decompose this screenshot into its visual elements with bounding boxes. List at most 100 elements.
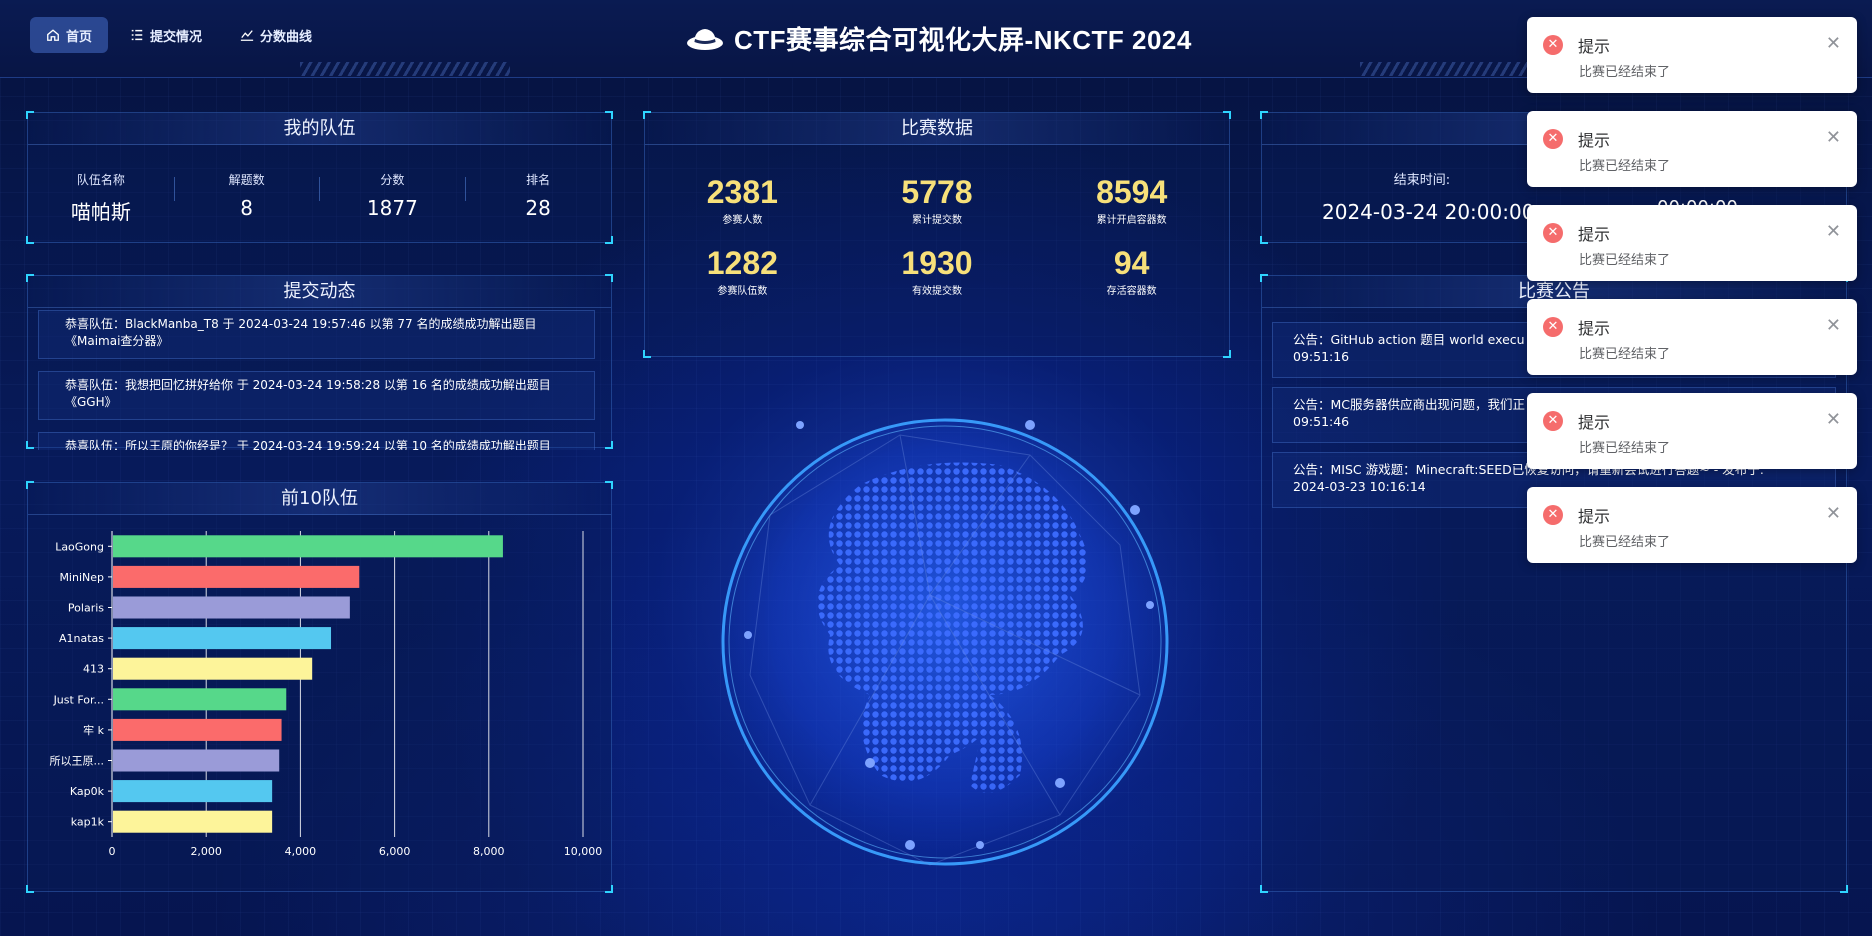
stat-value: 94 [1113,245,1150,281]
stat-value: 1930 [901,245,973,281]
stats-panel: 比赛数据 2381 参赛人数 5778 累计提交数 8594 累计开启容器数 1… [643,111,1231,358]
team-name-label: 队伍名称 [76,173,125,187]
y-tick-label: MiniNep [59,571,104,584]
close-icon[interactable]: ✕ [1826,127,1841,148]
y-tick-label: kap1k [71,816,105,829]
nav-score-curve-label: 分数曲线 [260,29,313,45]
toast-notification: ✕ 提示 比赛已经结束了 ✕ [1527,393,1857,469]
toast-title: 提示 [1578,319,1611,338]
team-rank-label: 排名 [526,173,551,187]
stat-containers-opened: 8594 累计开启容器数 [1034,175,1229,226]
nav-home[interactable]: 首页 [30,17,109,53]
toast-message: 比赛已经结束了 [1579,535,1671,550]
close-icon[interactable]: ✕ [1826,33,1841,54]
top10-bar-chart: 0 2,000 4,000 6,000 8,000 10,000 LaoGong MiniNe… [50,531,603,858]
x-tick-label: 0 [109,845,116,858]
y-tick-label: A1natas [59,632,104,645]
nav-score-curve[interactable]: 分数曲线 [224,17,328,53]
team-solved-cell: 解题数 8 [173,171,312,225]
stat-label: 累计开启容器数 [1096,215,1167,226]
error-icon: ✕ [1543,411,1563,431]
submissions-list[interactable]: 恭喜队伍：BlackManba_T8 于 2024-03-24 19:57:46… [28,308,611,450]
toast-title: 提示 [1578,131,1611,150]
toast-message: 比赛已经结束了 [1579,347,1671,362]
close-icon[interactable]: ✕ [1826,503,1841,524]
error-icon: ✕ [1543,317,1563,337]
bar [113,657,313,680]
stat-total-submissions: 5778 累计提交数 [840,175,1035,226]
bar [113,627,332,650]
stat-participants: 2381 参赛人数 [645,175,840,226]
x-tick-label: 6,000 [379,845,411,858]
team-name-value: 喵帕斯 [70,200,131,224]
toast-notification: ✕ 提示 比赛已经结束了 ✕ [1527,17,1857,93]
home-icon [47,29,59,41]
toast-title: 提示 [1578,225,1611,244]
stat-label: 参赛队伍数 [717,286,768,297]
bar [113,780,273,803]
stat-value: 8594 [1096,174,1168,210]
toast-title: 提示 [1578,507,1611,526]
team-score-label: 分数 [380,173,405,187]
toast-notification: ✕ 提示 比赛已经结束了 ✕ [1527,111,1857,187]
stat-label: 有效提交数 [911,286,962,297]
error-icon: ✕ [1543,129,1563,149]
toast-notification: ✕ 提示 比赛已经结束了 ✕ [1527,487,1857,563]
end-time-label: 结束时间: [1393,173,1451,188]
close-icon[interactable]: ✕ [1826,409,1841,430]
list-icon [131,29,143,41]
bar [113,718,282,741]
y-tick-label: 所以王原... [50,755,105,768]
y-tick-label: 413 [83,663,104,676]
bar [113,810,273,833]
page-title: CTF赛事综合可视化大屏-NKCTF 2024 [686,18,1192,58]
stat-teams: 1282 参赛队伍数 [645,246,840,297]
toast-message: 比赛已经结束了 [1579,253,1671,268]
x-tick-label: 4,000 [285,845,317,858]
submissions-title: 提交动态 [28,276,611,308]
team-rank-cell: 排名 28 [465,171,603,225]
bar [113,565,360,588]
toast-message: 比赛已经结束了 [1579,65,1671,80]
top10-panel: 前10队伍 0 2,000 4,000 6,000 8,000 10,000 LaoGong… [26,481,613,893]
x-tick-label: 2,000 [190,845,222,858]
stat-value: 5778 [901,174,973,210]
y-tick-label: Just For... [53,693,104,706]
error-icon: ✕ [1543,223,1563,243]
close-icon[interactable]: ✕ [1826,221,1841,242]
team-name-cell: 队伍名称 喵帕斯 [36,171,166,225]
team-rank-value: 28 [525,196,551,220]
header-decoration [300,62,510,76]
my-team-panel: 我的队伍 队伍名称 喵帕斯 解题数 8 分数 1877 排名 28 [26,111,613,244]
team-solved-label: 解题数 [228,173,265,187]
nav-submissions[interactable]: 提交情况 [114,17,218,53]
x-tick-label: 10,000 [564,845,603,858]
page-title-text: CTF赛事综合可视化大屏-NKCTF 2024 [734,24,1192,55]
stat-label: 存活容器数 [1106,286,1157,297]
list-item: 恭喜队伍：我想把回忆拼好给你 于 2024-03-24 19:58:28 以第 … [38,371,595,420]
toast-message: 比赛已经结束了 [1579,159,1671,174]
list-item: 恭喜队伍：所以王原的你经是？ 于 2024-03-24 19:59:24 以第 … [38,432,595,450]
toast-title: 提示 [1578,37,1611,56]
toast-notification: ✕ 提示 比赛已经结束了 ✕ [1527,205,1857,281]
line-chart-icon [240,30,254,41]
toast-title: 提示 [1578,413,1611,432]
bar [113,688,287,711]
team-score-value: 1877 [366,196,418,220]
team-score-cell: 分数 1877 [319,171,457,225]
y-tick-label: Polaris [68,602,104,615]
stat-label: 累计提交数 [911,215,962,226]
y-tick-label: 牢 k [83,723,104,737]
close-icon[interactable]: ✕ [1826,315,1841,336]
bar [113,535,503,558]
chart-title: 前10队伍 [28,483,611,515]
error-icon: ✕ [1543,505,1563,525]
team-solved-value: 8 [240,196,253,220]
stat-label: 参赛人数 [722,215,763,226]
submissions-panel: 提交动态 恭喜队伍：BlackManba_T8 于 2024-03-24 19:… [26,274,613,450]
stat-valid-submissions: 1930 有效提交数 [840,246,1035,297]
toast-notification: ✕ 提示 比赛已经结束了 ✕ [1527,299,1857,375]
error-icon: ✕ [1543,35,1563,55]
bar [113,596,350,619]
nav-submissions-label: 提交情况 [150,29,203,45]
